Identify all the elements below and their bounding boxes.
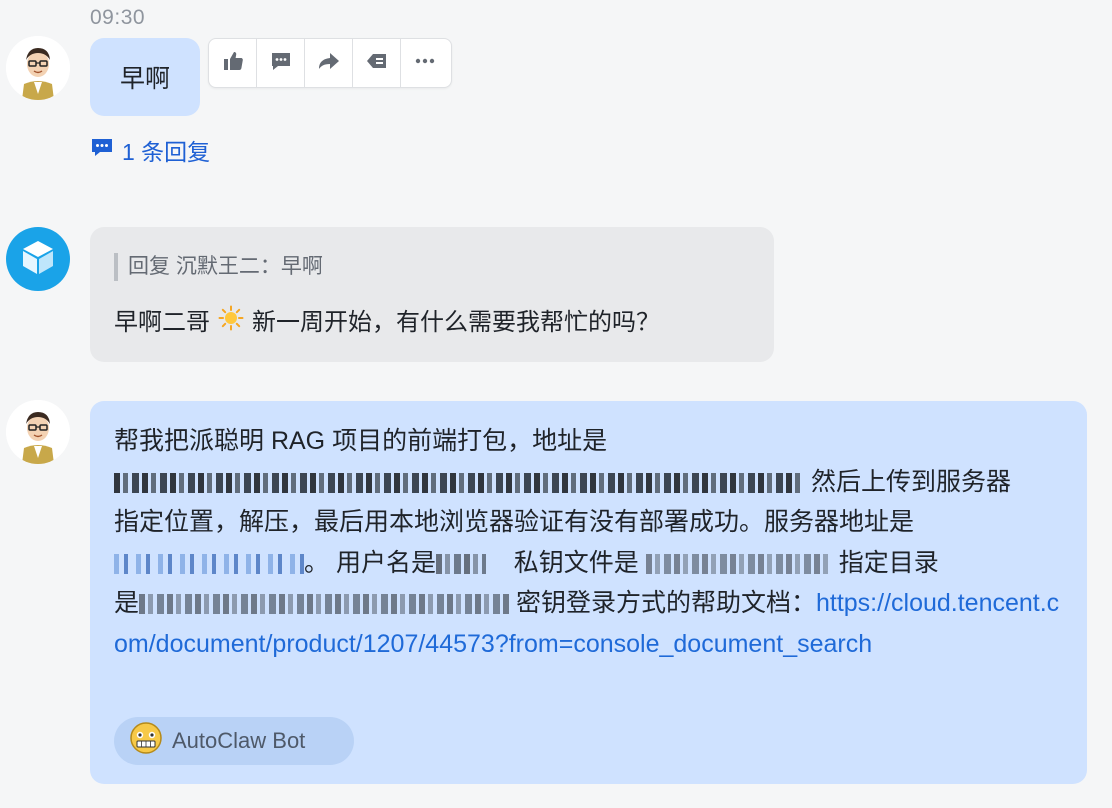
- private-key-label: 私钥文件是: [513, 548, 639, 577]
- more-icon: [413, 49, 437, 78]
- forward-icon: [317, 49, 341, 78]
- user-avatar[interactable]: [6, 36, 70, 100]
- comment-icon: [269, 49, 293, 78]
- reply-count-label: 1 条回复: [122, 139, 211, 165]
- bot-reply-text-before: 早啊二哥: [114, 309, 210, 336]
- more-button[interactable]: [401, 39, 449, 87]
- autoclaw-bot-chip[interactable]: AutoClaw Bot: [114, 717, 354, 765]
- like-button[interactable]: [209, 39, 257, 87]
- request-message-text: 帮我把派聪明 RAG 项目的前端打包，地址是 然后上传到服务器 指定位置，解压，…: [114, 427, 1060, 658]
- bot-reply-text: 早啊二哥 新一周开始，有什么需要我帮忙的吗？: [114, 305, 660, 341]
- bot-reply-bubble[interactable]: 回复 沉默王二：早啊 早啊二哥 新一周开始，有什么需要我帮忙的吗？: [90, 227, 774, 362]
- message-action-toolbar: [208, 38, 452, 88]
- reply-button[interactable]: [353, 39, 401, 87]
- comment-button[interactable]: [257, 39, 305, 87]
- thread-icon: [90, 135, 114, 165]
- bot-chip-label: AutoClaw Bot: [172, 728, 306, 753]
- bot-avatar[interactable]: [6, 227, 70, 291]
- reply-icon: [365, 49, 389, 78]
- cube-icon: [18, 237, 58, 282]
- username-label: 用户名是: [335, 548, 436, 577]
- target-dir-label: 指定目录: [838, 548, 939, 577]
- thumbs-up-icon: [221, 49, 245, 78]
- request-after-address: 然后上传到服务器: [810, 467, 1011, 496]
- message-timestamp: 09:30: [90, 6, 146, 29]
- target-dir-prefix: 是: [114, 589, 140, 617]
- request-line-1: 帮我把派聪明 RAG 项目的前端打包，地址是: [114, 427, 608, 455]
- message-text: 早啊: [119, 65, 170, 93]
- user-avatar[interactable]: [6, 400, 70, 464]
- redacted-key-file: [645, 553, 832, 574]
- sun-emoji-icon: [218, 305, 244, 341]
- quoted-message: 回复 沉默王二：早啊: [114, 253, 323, 281]
- request-message-bubble[interactable]: 帮我把派聪明 RAG 项目的前端打包，地址是 然后上传到服务器 指定位置，解压，…: [90, 401, 1087, 784]
- redacted-repo-address: [114, 472, 804, 493]
- redacted-username: [435, 553, 486, 574]
- message-bubble-morning[interactable]: 早啊: [90, 38, 200, 116]
- reply-count-link[interactable]: 1 条回复: [90, 134, 210, 166]
- request-line-3: 指定位置，解压，最后用本地浏览器验证有没有部署成功。服务器地址是: [114, 508, 915, 536]
- redacted-server-address: [114, 553, 304, 574]
- bot-reply-text-after: 新一周开始，有什么需要我帮忙的吗？: [252, 309, 660, 336]
- forward-button[interactable]: [305, 39, 353, 87]
- help-doc-label: 密钥登录方式的帮助文档：: [515, 589, 816, 617]
- redacted-target-dir: [139, 594, 510, 615]
- bot-emoji-icon: [128, 720, 164, 762]
